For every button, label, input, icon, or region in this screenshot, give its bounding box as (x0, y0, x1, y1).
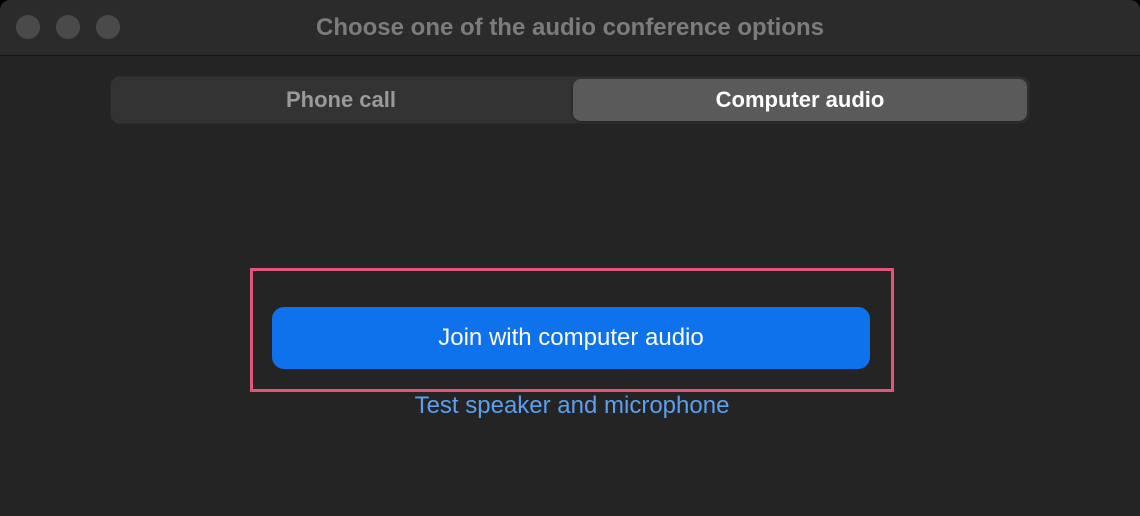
join-with-computer-audio-button[interactable]: Join with computer audio (272, 307, 870, 369)
title-bar[interactable]: Choose one of the audio conference optio… (0, 0, 1140, 56)
test-speaker-microphone-link[interactable]: Test speaker and microphone (0, 388, 1140, 424)
audio-options-window: Choose one of the audio conference optio… (0, 0, 1140, 516)
audio-mode-tabs: Phone call Computer audio (110, 76, 1030, 124)
window-title: Choose one of the audio conference optio… (315, 14, 825, 41)
tab-phone-call[interactable]: Phone call (113, 79, 569, 121)
tab-computer-audio[interactable]: Computer audio (573, 79, 1027, 121)
